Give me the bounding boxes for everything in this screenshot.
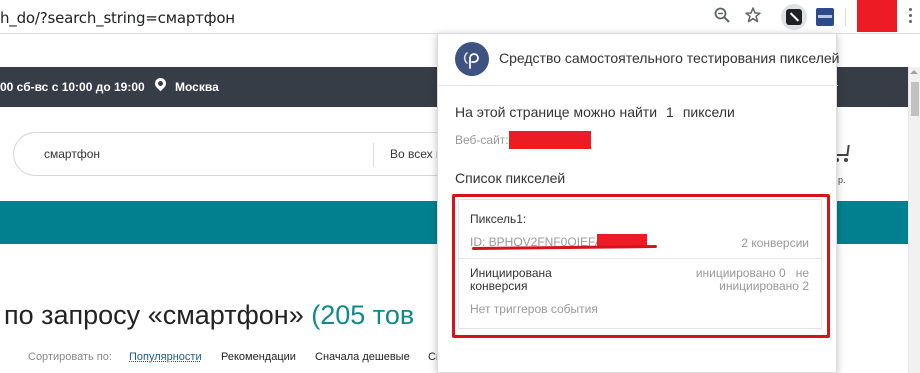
screen: h_do/?search_string=смартфон 00 сб-вс с …: [0, 0, 920, 373]
found-suffix: пиксели: [682, 104, 735, 120]
results-heading-text: по запросу «смартфон»: [4, 300, 304, 330]
location-pin-icon: [152, 75, 169, 92]
sort-option-cheapest[interactable]: Сначала дешевые: [315, 351, 410, 363]
popup-title: Средство самостоятельного тестирования п…: [499, 50, 840, 66]
extension-icon[interactable]: [816, 8, 834, 26]
results-heading: по запросу «смартфон» (205 тов: [4, 300, 414, 331]
pixel-helper-logo-icon: [455, 42, 489, 76]
sort-option-recommendations[interactable]: Рекомендации: [221, 351, 296, 363]
scrollbar-thumb[interactable]: [911, 82, 919, 116]
profile-avatar[interactable]: [857, 0, 897, 32]
scroll-up-arrow-icon[interactable]: [910, 70, 918, 74]
zoom-icon[interactable]: [712, 7, 732, 27]
pixel-helper-popup: Средство самостоятельного тестирования п…: [437, 33, 840, 373]
website-redaction: [509, 131, 591, 149]
bookmark-star-icon[interactable]: [743, 7, 763, 27]
results-count: (205 тов: [311, 300, 415, 330]
website-label: Веб-сайт:: [455, 133, 509, 147]
found-count: 1: [666, 104, 674, 120]
sort-option-popularity[interactable]: Популярности: [129, 351, 202, 363]
toolbar-divider: [845, 8, 846, 26]
city-selector[interactable]: Москва: [175, 80, 219, 94]
pixel-highlight-box: [452, 194, 830, 338]
address-bar-url[interactable]: h_do/?search_string=смартфон: [0, 9, 235, 27]
search-input[interactable]: смартфон: [44, 147, 100, 161]
pixel-list-title: Список пикселей: [455, 170, 566, 186]
found-prefix: На этой странице можно найти: [455, 104, 658, 120]
browser-toolbar: h_do/?search_string=смартфон: [0, 0, 920, 34]
popup-header: Средство самостоятельного тестирования п…: [438, 34, 840, 86]
kebab-menu-icon[interactable]: [905, 8, 915, 26]
pixels-found-summary: На этой странице можно найти 1 пиксели: [455, 104, 735, 120]
site-search-box: смартфон Во всех к: [13, 132, 483, 176]
cart-label[interactable]: р.: [838, 175, 846, 185]
working-hours: 00 сб-вс с 10:00 до 19:00: [0, 80, 145, 94]
pixel-helper-extension-icon[interactable]: [781, 4, 807, 30]
category-select[interactable]: Во всех к: [390, 147, 441, 161]
search-divider: [373, 143, 374, 167]
sort-label: Сортировать по:: [28, 351, 112, 363]
